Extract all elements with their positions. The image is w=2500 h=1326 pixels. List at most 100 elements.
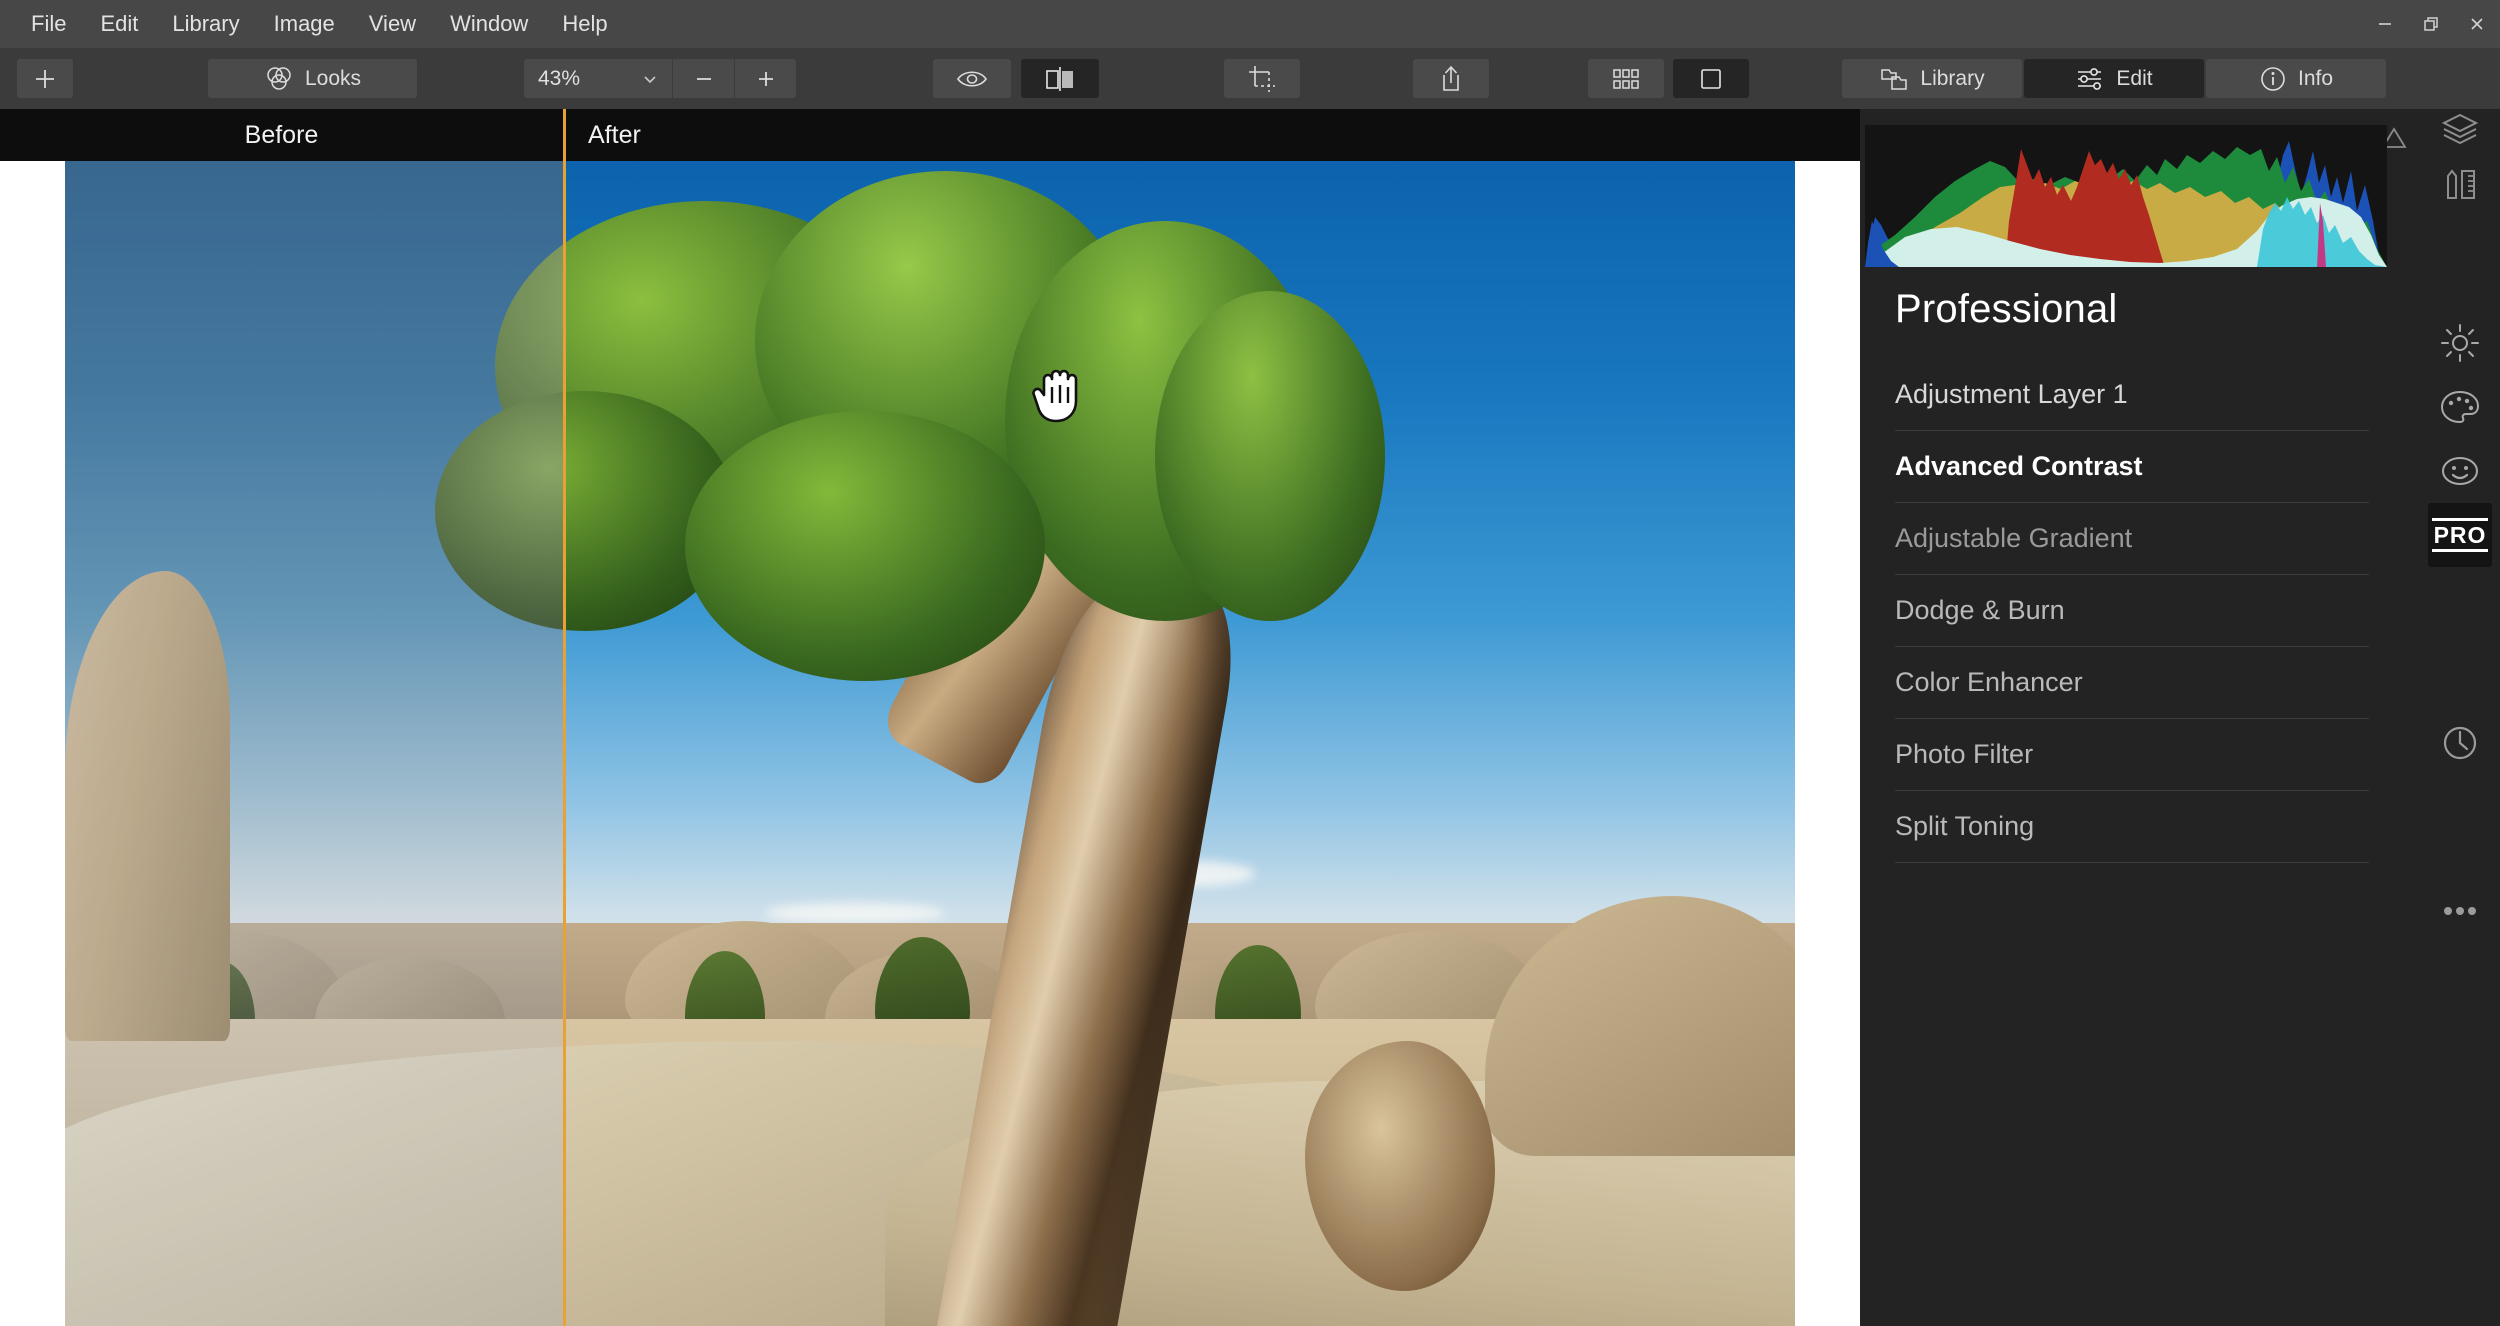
looks-button[interactable]: Looks [208,59,417,98]
crop-button[interactable] [1224,59,1300,98]
menu-item-help[interactable]: Help [545,7,624,41]
pro-label: PRO [2431,517,2489,553]
library-folder-icon [1881,68,1908,90]
page-title: Professional [1895,287,2118,331]
after-label: After [588,120,641,149]
tool-rail: PRO [2420,109,2500,1326]
eye-icon [957,70,987,87]
portrait-smiley-icon [2442,457,2478,485]
preview-toggle-button[interactable] [933,59,1011,98]
menu-item-view[interactable]: View [352,7,433,41]
zoom-in-button[interactable] [734,59,796,98]
share-export-icon [1443,65,1459,91]
photo-before-half [65,161,563,1326]
tab-edit[interactable]: Edit [2024,59,2204,98]
grid-view-icon [1613,68,1639,89]
filter-row-adjustable-gradient[interactable]: Adjustable Gradient [1895,503,2369,575]
filter-row-color-enhancer[interactable]: Color Enhancer [1895,647,2369,719]
zoom-out-button[interactable] [672,59,734,98]
rail-item-portrait[interactable] [2428,439,2492,503]
menu-item-library[interactable]: Library [155,7,256,41]
restore-button[interactable] [2408,0,2454,48]
menu-item-window[interactable]: Window [433,7,545,41]
minus-icon [696,77,711,80]
image-canvas[interactable]: Before After [0,109,1860,1326]
looks-label: Looks [304,66,362,90]
brightness-sun-icon [2441,324,2479,362]
rail-item-color[interactable] [2428,375,2492,439]
rail-item-light[interactable] [2428,311,2492,375]
grid-view-button[interactable] [1588,59,1664,98]
rail-item-history[interactable] [2428,711,2492,775]
info-circle-icon [2261,66,2285,91]
filter-row-photo-filter[interactable]: Photo Filter [1895,719,2369,791]
rail-item-more[interactable] [2428,879,2492,943]
menu-item-image[interactable]: Image [257,7,352,41]
menu-items: File Edit Library Image View Window Help [0,7,625,41]
menu-item-file[interactable]: File [14,7,83,41]
photo-viewport[interactable] [65,161,1795,1326]
minimize-button[interactable] [2362,0,2408,48]
filter-list: Adjustment Layer 1 Advanced Contrast Adj… [1895,359,2369,863]
filter-label: Dodge & Burn [1895,595,2065,625]
app-window: File Edit Library Image View Window Help [0,0,2500,1326]
filter-row-advanced-contrast[interactable]: Advanced Contrast [1895,431,2369,503]
layers-icon [2441,113,2479,145]
histogram-svg [1865,125,2387,267]
plus-icon [36,69,54,88]
add-button[interactable] [17,59,73,98]
histogram-panel [1860,109,2420,281]
histogram-graph [1865,125,2387,267]
history-clock-icon [2443,726,2477,760]
close-button[interactable] [2454,0,2500,48]
single-view-icon [1701,68,1721,89]
tree-canopy [1155,291,1385,621]
share-button[interactable] [1413,59,1489,98]
sliders-icon [2078,67,2102,90]
filter-label: Adjustment Layer 1 [1895,379,2128,409]
before-label: Before [244,120,319,149]
photo-scene-before [65,161,563,1326]
photo-scene-after [566,161,1795,1326]
tab-info-label: Info [2297,66,2334,90]
filter-row-adjustment-layer-1[interactable]: Adjustment Layer 1 [1895,359,2369,431]
before-after-divider[interactable] [563,109,566,1326]
rail-item-tools[interactable] [2428,154,2492,218]
zoom-value: 43% [538,66,581,90]
cloud [765,903,945,923]
menu-item-edit[interactable]: Edit [83,7,155,41]
tab-library-label: Library [1920,66,1985,90]
filter-label: Split Toning [1895,811,2035,841]
zoom-select[interactable]: 43% [524,59,672,98]
tab-info[interactable]: Info [2206,59,2386,98]
photo-after-half [566,161,1795,1326]
compare-split-button[interactable] [1021,59,1099,98]
zoom-controls: 43% [524,59,796,98]
palette-icon [2440,390,2480,424]
crop-icon [1249,65,1275,92]
tab-edit-label: Edit [2116,66,2153,90]
chevron-down-icon [644,75,656,83]
tools-icon [2447,169,2475,199]
more-dots-icon [2444,907,2476,915]
single-view-button[interactable] [1673,59,1749,98]
filter-label: Color Enhancer [1895,667,2083,697]
filter-label: Photo Filter [1895,739,2034,769]
filter-label: Advanced Contrast [1895,451,2143,481]
menu-bar: File Edit Library Image View Window Help [0,0,2500,48]
filter-row-split-toning[interactable]: Split Toning [1895,791,2369,863]
filter-row-dodge-and-burn[interactable]: Dodge & Burn [1895,575,2369,647]
rail-item-pro[interactable]: PRO [2428,503,2492,567]
canvas-background [0,161,1860,1326]
before-after-labels: Before After [0,109,1860,161]
rail-item-layers[interactable] [2428,96,2492,160]
venn-circles-icon [267,66,291,90]
tab-library[interactable]: Library [1842,59,2022,98]
standing-rock [65,571,230,1041]
filter-label: Adjustable Gradient [1895,523,2133,553]
split-compare-icon [1046,66,1073,91]
edit-panel: Professional Adjustment Layer 1 Advanced… [1860,109,2420,1326]
tree-canopy [685,411,1045,681]
window-controls [2362,0,2500,48]
main-toolbar: Looks 43% Library Edit Info [0,48,2500,109]
